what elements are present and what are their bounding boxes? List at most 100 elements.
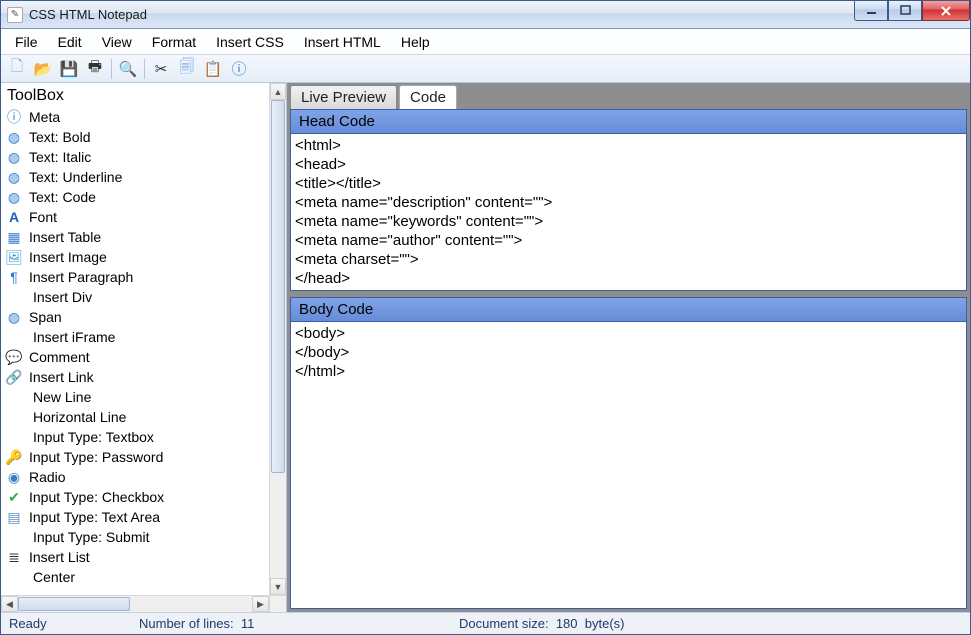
- toolbox-item-label: Span: [29, 309, 62, 325]
- toolbox-item-meta[interactable]: ⓘMeta: [1, 107, 269, 127]
- list-icon: ≣: [5, 549, 23, 566]
- toolbox-item-input-type-textbox[interactable]: Input Type: Textbox: [1, 427, 269, 447]
- editor-area: Live PreviewCode Head Code <html> <head>…: [287, 83, 970, 612]
- globe-icon: ◍: [5, 189, 23, 206]
- toolbox-item-comment[interactable]: 💬Comment: [1, 347, 269, 367]
- scroll-track-horizontal[interactable]: [18, 596, 252, 612]
- head-code-panel: Head Code <html> <head> <title></title> …: [290, 109, 967, 291]
- toolbox-scrollbar-horizontal[interactable]: ◀ ▶: [1, 595, 269, 612]
- info-icon: ⓘ: [231, 58, 246, 79]
- toolbox-item-span[interactable]: ◍ Span: [1, 307, 269, 327]
- toolbox-item-insert-link[interactable]: 🔗Insert Link: [1, 367, 269, 387]
- scroll-down-button[interactable]: ▼: [270, 578, 286, 595]
- toolbar-separator: [111, 59, 112, 79]
- menu-edit[interactable]: Edit: [48, 31, 92, 53]
- scroll-left-button[interactable]: ◀: [1, 596, 18, 612]
- print-button[interactable]: 🖶: [83, 58, 107, 80]
- open-folder-button[interactable]: 📂: [31, 58, 55, 80]
- close-button[interactable]: [922, 1, 970, 21]
- toolbox-scrollbar-vertical[interactable]: ▲ ▼: [269, 83, 286, 595]
- toolbar-separator: [144, 59, 145, 79]
- scroll-thumb-horizontal[interactable]: [18, 597, 130, 611]
- link-icon: 🔗: [5, 369, 23, 386]
- app-icon: ✎: [7, 7, 23, 23]
- toolbox-item-font[interactable]: AFont: [1, 207, 269, 227]
- menu-insert-css[interactable]: Insert CSS: [206, 31, 294, 53]
- toolbox-item-label: Insert Table: [29, 229, 101, 245]
- status-lines-value: 11: [241, 616, 255, 631]
- menu-file[interactable]: File: [5, 31, 48, 53]
- scroll-right-button[interactable]: ▶: [252, 596, 269, 612]
- app-window: ✎ CSS HTML Notepad FileEditViewFormatIns…: [0, 0, 971, 635]
- menu-format[interactable]: Format: [142, 31, 206, 53]
- toolbox-item-insert-div[interactable]: Insert Div: [1, 287, 269, 307]
- toolbox-item-text-bold[interactable]: ◍Text: Bold: [1, 127, 269, 147]
- toolbox-item-label: Insert Paragraph: [29, 269, 133, 285]
- toolbox-item-label: Insert Div: [33, 289, 92, 305]
- titlebar[interactable]: ✎ CSS HTML Notepad: [1, 1, 970, 29]
- status-size-value: 180: [556, 616, 578, 631]
- toolbox-item-new-line[interactable]: New Line: [1, 387, 269, 407]
- scroll-track-vertical[interactable]: [270, 100, 286, 578]
- print-icon: 🖶: [88, 56, 102, 81]
- toolbar: 🗋📂💾 🖶 🔍 ✂🗐📋 ⓘ: [1, 55, 970, 83]
- paste-button[interactable]: 📋: [201, 58, 225, 80]
- globe-icon: ◍: [5, 149, 23, 166]
- code-panes: Head Code <html> <head> <title></title> …: [287, 109, 970, 612]
- toolbox-item-radio[interactable]: ◉Radio: [1, 467, 269, 487]
- menu-view[interactable]: View: [92, 31, 142, 53]
- toolbox-item-input-type-password[interactable]: 🔑Input Type: Password: [1, 447, 269, 467]
- search-button[interactable]: 🔍: [116, 58, 140, 80]
- new-file-button[interactable]: 🗋: [5, 58, 29, 80]
- cut-button[interactable]: ✂: [149, 58, 173, 80]
- main-area: ToolBox ⓘMeta◍Text: Bold◍Text: Italic◍Te…: [1, 83, 970, 612]
- toolbox-item-label: New Line: [33, 389, 91, 405]
- tab-live-preview[interactable]: Live Preview: [290, 85, 397, 109]
- toolbox-item-insert-iframe[interactable]: Insert iFrame: [1, 327, 269, 347]
- toolbox-item-label: Input Type: Submit: [33, 529, 149, 545]
- toolbox-item-input-type-submit[interactable]: Input Type: Submit: [1, 527, 269, 547]
- toolbox-item-text-code[interactable]: ◍Text: Code: [1, 187, 269, 207]
- scroll-thumb-vertical[interactable]: [271, 100, 285, 473]
- comment-icon: 💬: [5, 349, 23, 366]
- body-code-panel: Body Code <body> </body> </html>: [290, 297, 967, 609]
- tab-code[interactable]: Code: [399, 85, 457, 109]
- toolbox-item-insert-paragraph[interactable]: ¶Insert Paragraph: [1, 267, 269, 287]
- key-icon: 🔑: [5, 449, 23, 466]
- globe-icon: ◍: [5, 169, 23, 186]
- toolbox-item-label: Insert iFrame: [33, 329, 115, 345]
- status-ready: Ready: [9, 616, 139, 631]
- minimize-button[interactable]: [854, 1, 888, 21]
- toolbox-item-label: Input Type: Text Area: [29, 509, 160, 525]
- status-size-unit: byte(s): [585, 616, 625, 631]
- head-code-editor[interactable]: <html> <head> <title></title> <meta name…: [291, 134, 966, 290]
- toolbox-item-insert-list[interactable]: ≣Insert List: [1, 547, 269, 567]
- toolbox-item-label: Font: [29, 209, 57, 225]
- toolbox-item-label: Center: [33, 569, 75, 585]
- toolbox-item-insert-table[interactable]: ▦ Insert Table: [1, 227, 269, 247]
- toolbox-item-label: Meta: [29, 109, 60, 125]
- toolbox-item-text-underline[interactable]: ◍Text: Underline: [1, 167, 269, 187]
- toolbox-item-horizontal-line[interactable]: Horizontal Line: [1, 407, 269, 427]
- save-button[interactable]: 💾: [57, 58, 81, 80]
- info-button[interactable]: ⓘ: [227, 58, 251, 80]
- menu-insert-html[interactable]: Insert HTML: [294, 31, 391, 53]
- scroll-up-button[interactable]: ▲: [270, 83, 286, 100]
- maximize-button[interactable]: [888, 1, 922, 21]
- toolbox-item-label: Radio: [29, 469, 66, 485]
- status-lines-label: Number of lines:: [139, 616, 234, 631]
- copy-button[interactable]: 🗐: [175, 58, 199, 80]
- menu-help[interactable]: Help: [391, 31, 440, 53]
- image-icon: 🖼: [5, 249, 23, 266]
- body-code-editor[interactable]: <body> </body> </html>: [291, 322, 966, 383]
- toolbox-item-text-italic[interactable]: ◍Text: Italic: [1, 147, 269, 167]
- body-code-title: Body Code: [291, 298, 966, 322]
- toolbox-item-input-type-checkbox[interactable]: ✔Input Type: Checkbox: [1, 487, 269, 507]
- toolbox-panel: ToolBox ⓘMeta◍Text: Bold◍Text: Italic◍Te…: [1, 83, 287, 612]
- toolbox-item-input-type-text-area[interactable]: ▤Input Type: Text Area: [1, 507, 269, 527]
- table-icon: ▦: [5, 229, 23, 246]
- toolbox-item-insert-image[interactable]: 🖼Insert Image: [1, 247, 269, 267]
- toolbox-item-center[interactable]: Center: [1, 567, 269, 587]
- minimize-icon: [866, 5, 877, 16]
- globe-icon: ◍: [5, 309, 23, 326]
